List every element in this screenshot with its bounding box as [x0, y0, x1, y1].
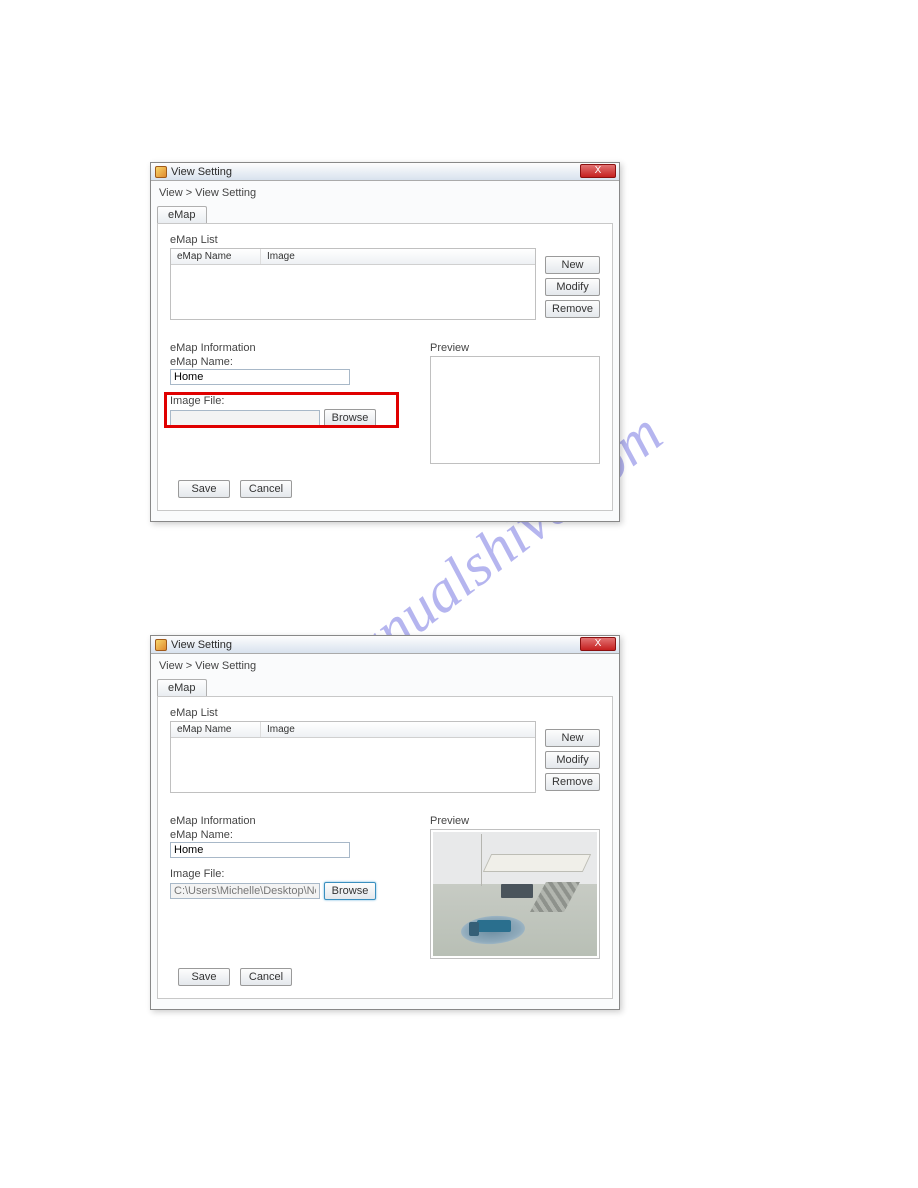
col-emap-name[interactable]: eMap Name	[171, 722, 261, 737]
breadcrumb: View > View Setting	[157, 185, 613, 205]
emap-name-input[interactable]	[170, 842, 350, 858]
col-image[interactable]: Image	[261, 249, 535, 264]
save-button[interactable]: Save	[178, 480, 230, 498]
titlebar: View Setting X	[151, 636, 619, 654]
new-button[interactable]: New	[545, 256, 600, 274]
emap-info-label: eMap Information	[170, 815, 422, 827]
modify-button[interactable]: Modify	[545, 278, 600, 296]
window-title: View Setting	[171, 166, 232, 178]
cancel-button[interactable]: Cancel	[240, 968, 292, 986]
remove-button[interactable]: Remove	[545, 300, 600, 318]
tab-emap[interactable]: eMap	[157, 679, 207, 696]
emap-list[interactable]: eMap Name Image	[170, 248, 536, 320]
preview-label: Preview	[430, 342, 600, 354]
browse-button[interactable]: Browse	[324, 409, 376, 427]
app-icon	[155, 166, 167, 178]
view-setting-window-2: View Setting X View > View Setting eMap …	[150, 635, 620, 1010]
emap-name-label: eMap Name:	[170, 829, 422, 841]
emap-list-label: eMap List	[170, 707, 536, 719]
preview-box	[430, 829, 600, 959]
new-button[interactable]: New	[545, 729, 600, 747]
close-button[interactable]: X	[580, 164, 616, 178]
modify-button[interactable]: Modify	[545, 751, 600, 769]
list-header: eMap Name Image	[171, 722, 535, 738]
image-file-input[interactable]	[170, 883, 320, 899]
preview-label: Preview	[430, 815, 600, 827]
image-file-input[interactable]	[170, 410, 320, 426]
image-file-label: Image File:	[170, 395, 422, 407]
emap-name-label: eMap Name:	[170, 356, 422, 368]
image-file-label: Image File:	[170, 868, 422, 880]
emap-name-input[interactable]	[170, 369, 350, 385]
list-header: eMap Name Image	[171, 249, 535, 265]
tab-emap[interactable]: eMap	[157, 206, 207, 223]
emap-info-label: eMap Information	[170, 342, 422, 354]
titlebar: View Setting X	[151, 163, 619, 181]
col-image[interactable]: Image	[261, 722, 535, 737]
window-title: View Setting	[171, 639, 232, 651]
view-setting-window-1: View Setting X View > View Setting eMap …	[150, 162, 620, 522]
preview-illustration	[433, 832, 597, 956]
remove-button[interactable]: Remove	[545, 773, 600, 791]
cancel-button[interactable]: Cancel	[240, 480, 292, 498]
preview-box	[430, 356, 600, 464]
col-emap-name[interactable]: eMap Name	[171, 249, 261, 264]
save-button[interactable]: Save	[178, 968, 230, 986]
breadcrumb: View > View Setting	[157, 658, 613, 678]
emap-list[interactable]: eMap Name Image	[170, 721, 536, 793]
close-button[interactable]: X	[580, 637, 616, 651]
app-icon	[155, 639, 167, 651]
browse-button[interactable]: Browse	[324, 882, 376, 900]
emap-list-label: eMap List	[170, 234, 536, 246]
